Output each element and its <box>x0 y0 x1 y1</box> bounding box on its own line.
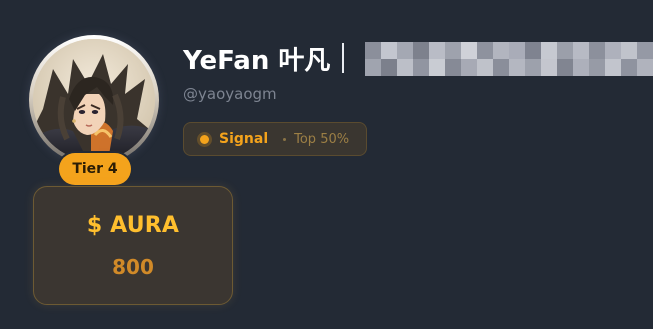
redacted-pixel <box>573 42 589 59</box>
redacted-pixel <box>557 59 573 76</box>
redacted-pixel <box>365 42 381 59</box>
name-separator <box>342 43 345 73</box>
redacted-pixel <box>413 42 429 59</box>
signal-rank: Top 50% <box>294 131 350 147</box>
redacted-pixel <box>573 59 589 76</box>
redacted-name-block <box>365 42 653 76</box>
redacted-pixel <box>429 59 445 76</box>
redacted-pixel <box>429 42 445 59</box>
redacted-pixel <box>493 59 509 76</box>
redacted-pixel <box>397 42 413 59</box>
name-row: YeFan 叶凡 <box>183 40 345 76</box>
redacted-pixel <box>605 59 621 76</box>
redacted-pixel <box>461 42 477 59</box>
redacted-pixel <box>413 59 429 76</box>
redacted-pixel <box>445 42 461 59</box>
display-name: YeFan 叶凡 <box>183 45 331 76</box>
aura-card[interactable]: $ AURA 800 <box>33 186 233 305</box>
redacted-pixel <box>365 59 381 76</box>
aura-title: $ AURA <box>86 213 180 238</box>
redacted-pixel <box>445 59 461 76</box>
redacted-pixel <box>621 59 637 76</box>
redacted-pixel <box>637 42 653 59</box>
redacted-pixel <box>541 42 557 59</box>
redacted-pixel <box>381 59 397 76</box>
redacted-pixel <box>477 59 493 76</box>
redacted-pixel <box>381 42 397 59</box>
redacted-pixel <box>621 42 637 59</box>
redacted-pixel <box>525 59 541 76</box>
separator-dot-icon <box>283 137 287 141</box>
anime-portrait-avatar-icon <box>33 39 155 161</box>
redacted-pixel <box>525 42 541 59</box>
redacted-pixel <box>637 59 653 76</box>
redacted-pixel <box>397 59 413 76</box>
redacted-pixel <box>493 42 509 59</box>
redacted-pixel <box>589 59 605 76</box>
redacted-pixel <box>605 42 621 59</box>
signal-badge[interactable]: Signal Top 50% <box>183 122 367 156</box>
aura-value: 800 <box>112 255 154 279</box>
user-handle[interactable]: @yaoyaogm <box>183 85 277 103</box>
redacted-pixel <box>541 59 557 76</box>
redacted-pixel <box>461 59 477 76</box>
signal-dot-icon <box>200 134 209 144</box>
redacted-pixel <box>589 42 605 59</box>
avatar[interactable] <box>29 35 159 165</box>
redacted-pixel <box>509 42 525 59</box>
tier-badge: Tier 4 <box>59 153 131 185</box>
redacted-pixel <box>557 42 573 59</box>
avatar-illustration <box>33 39 155 161</box>
signal-label: Signal <box>219 131 269 147</box>
redacted-pixel <box>477 42 493 59</box>
redacted-pixel <box>509 59 525 76</box>
